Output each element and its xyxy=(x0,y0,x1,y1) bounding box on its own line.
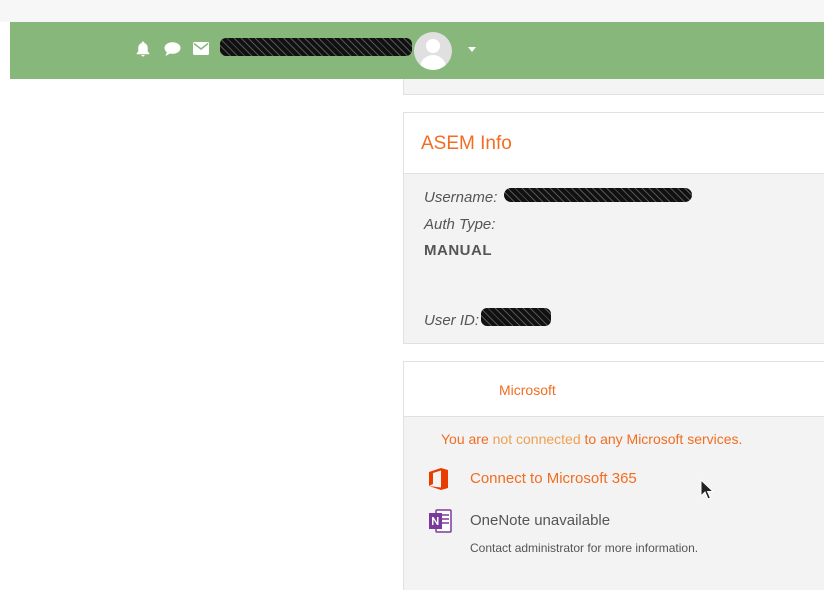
bell-icon[interactable] xyxy=(136,41,150,62)
status-prefix: You are xyxy=(441,431,489,447)
top-navbar xyxy=(10,22,824,79)
previous-card-footer xyxy=(403,79,824,95)
envelope-icon[interactable] xyxy=(193,42,209,60)
microsoft-body: You are not connected to any Microsoft s… xyxy=(404,417,824,590)
top-strip xyxy=(0,0,824,22)
chat-icon[interactable] xyxy=(164,41,181,62)
connection-status: You are not connected to any Microsoft s… xyxy=(441,431,742,447)
mouse-cursor-icon xyxy=(700,478,715,506)
auth-type-label: Auth Type: xyxy=(424,216,496,233)
status-suffix: to any Microsoft services. xyxy=(584,431,743,447)
chevron-down-icon[interactable] xyxy=(468,47,476,52)
microsoft-title: Microsoft xyxy=(499,382,556,398)
redacted-username[interactable] xyxy=(220,38,412,56)
connect-microsoft-365-link[interactable]: Connect to Microsoft 365 xyxy=(470,470,637,487)
onenote-icon xyxy=(428,508,452,539)
onenote-unavailable-label: OneNote unavailable xyxy=(470,512,611,529)
contact-admin-note: Contact administrator for more informati… xyxy=(470,541,699,555)
microsoft-card: Microsoft You are not connected to any M… xyxy=(403,361,824,590)
auth-type-value: MANUAL xyxy=(424,242,492,259)
user-id-label: User ID: xyxy=(424,312,480,329)
redacted-username-value xyxy=(504,188,692,202)
asem-info-header: ASEM Info xyxy=(404,113,824,174)
status-not-connected: not connected xyxy=(492,431,581,447)
asem-info-card: ASEM Info Username: Auth Type: MANUAL Us… xyxy=(403,112,824,344)
avatar[interactable] xyxy=(414,32,452,70)
username-label: Username: xyxy=(424,189,498,206)
microsoft-header: Microsoft xyxy=(404,362,824,417)
redacted-user-id xyxy=(481,308,551,326)
office-365-icon xyxy=(428,467,450,496)
asem-info-body: Username: Auth Type: MANUAL User ID: xyxy=(404,174,824,343)
asem-info-title: ASEM Info xyxy=(421,133,512,154)
